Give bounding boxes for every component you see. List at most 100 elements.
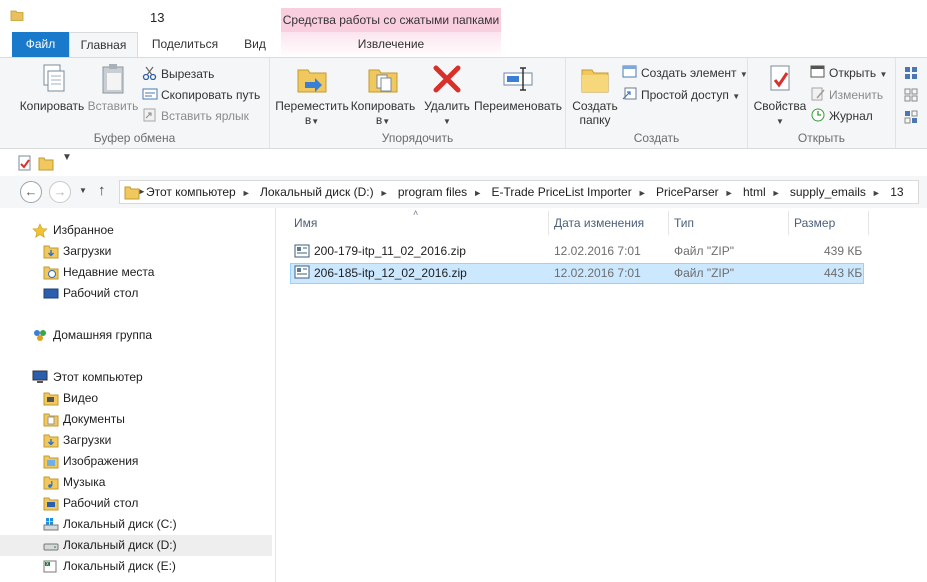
easy-access-button[interactable]: Простой доступ ▼: [622, 85, 740, 105]
address-row: ← → ▼ ↑ ► Этот компьютер ► Локальный диск…: [0, 176, 927, 208]
file-list: ˄ Имя Дата изменения Тип Размер 200-179-…: [276, 208, 927, 582]
shortcut-icon: [142, 108, 158, 122]
chevron-right-icon[interactable]: ►: [380, 188, 389, 198]
organize-group-label: Упорядочить: [381, 131, 454, 145]
spreadsheet-drive-icon: X: [43, 559, 59, 574]
nav-drive-d[interactable]: Локальный диск (D:): [0, 535, 272, 556]
nav-downloads-2[interactable]: Загрузки: [0, 430, 272, 451]
back-arrow-icon: ←: [24, 184, 38, 199]
file-type: Файл "ZIP": [674, 244, 735, 258]
select-all-icon[interactable]: [904, 66, 918, 83]
nav-favorites[interactable]: Избранное: [0, 220, 272, 241]
back-button[interactable]: ←: [20, 181, 42, 203]
chevron-right-icon[interactable]: ►: [473, 188, 482, 198]
new-item-label: Создать элемент: [641, 66, 737, 80]
up-arrow-icon[interactable]: ↑: [98, 182, 106, 199]
nav-label: Рабочий стол: [63, 496, 139, 510]
breadcrumb-item[interactable]: supply_emails: [790, 185, 866, 199]
nav-this-pc[interactable]: Этот компьютер: [0, 367, 272, 388]
table-row[interactable]: 200-179-itp_11_02_2016.zip 12.02.2016 7:…: [290, 242, 864, 263]
tab-view[interactable]: Вид: [232, 32, 278, 57]
copy-button[interactable]: Копировать: [18, 62, 86, 113]
breadcrumb-item[interactable]: program files: [398, 185, 467, 199]
tab-share[interactable]: Поделиться: [140, 32, 230, 57]
nav-label: Локальный диск (C:): [63, 517, 177, 531]
column-divider[interactable]: [868, 211, 869, 235]
table-row[interactable]: 206-185-itp_12_02_2016.zip 12.02.2016 7:…: [290, 263, 864, 284]
address-bar[interactable]: ► Этот компьютер ► Локальный диск (D:) ► p…: [119, 180, 919, 204]
chevron-right-icon[interactable]: ►: [242, 188, 251, 198]
recent-locations-icon[interactable]: ▼: [79, 186, 87, 195]
new-folder-qat-icon[interactable]: [38, 155, 54, 174]
paste-button[interactable]: Вставить: [86, 62, 140, 113]
nav-music[interactable]: Музыка: [0, 472, 272, 493]
column-header-size[interactable]: Размер: [788, 211, 868, 235]
move-to-button[interactable]: Переместить в▼: [274, 62, 350, 127]
breadcrumb-item[interactable]: html: [743, 185, 766, 199]
nav-drive-e[interactable]: X Локальный диск (E:): [0, 556, 272, 577]
open-button[interactable]: Открыть ▼: [810, 63, 887, 83]
chevron-right-icon[interactable]: ►: [638, 188, 647, 198]
move-to-label: Переместить: [275, 99, 349, 113]
breadcrumb-item[interactable]: PriceParser: [656, 185, 719, 199]
svg-text:X: X: [46, 562, 49, 567]
nav-homegroup[interactable]: Домашняя группа: [0, 325, 272, 346]
folder-icon: [10, 8, 24, 25]
copy-path-icon: [142, 87, 158, 101]
paste-shortcut-button[interactable]: Вставить ярлык: [142, 106, 249, 126]
new-folder-button[interactable]: Создать папку: [570, 62, 620, 127]
copy-to-button[interactable]: Копировать в▼: [348, 62, 418, 127]
breadcrumb-item[interactable]: Этот компьютер: [146, 185, 236, 199]
breadcrumb-item[interactable]: 13: [890, 185, 903, 199]
breadcrumb-item[interactable]: Локальный диск (D:): [260, 185, 374, 199]
nav-label: Недавние места: [63, 265, 155, 279]
file-type: Файл "ZIP": [674, 266, 735, 280]
file-date: 12.02.2016 7:01: [554, 244, 641, 258]
new-item-button[interactable]: Создать элемент ▼: [622, 63, 748, 83]
nav-desktop[interactable]: Рабочий стол: [0, 283, 272, 304]
clipboard-icon: [102, 64, 124, 94]
properties-qat-icon[interactable]: [18, 155, 32, 174]
column-header-date[interactable]: Дата изменения: [548, 211, 668, 235]
customize-qat-icon[interactable]: ▼: [62, 152, 72, 163]
history-icon: [810, 108, 826, 122]
copy-path-button[interactable]: Скопировать путь: [142, 85, 260, 105]
nav-documents[interactable]: Документы: [0, 409, 272, 430]
open-label: Открыть: [829, 66, 877, 80]
tab-extract[interactable]: Извлечение: [281, 32, 501, 57]
chevron-right-icon[interactable]: ►: [772, 188, 781, 198]
select-none-icon[interactable]: [904, 88, 918, 105]
desktop-icon: [43, 286, 59, 301]
nav-downloads[interactable]: Загрузки: [0, 241, 272, 262]
cut-button[interactable]: Вырезать: [142, 64, 214, 84]
new-folder-label-2: папку: [579, 113, 611, 127]
easy-access-label: Простой доступ: [641, 88, 729, 102]
paste-shortcut-label: Вставить ярлык: [161, 109, 249, 123]
nav-desktop-2[interactable]: Рабочий стол: [0, 493, 272, 514]
tab-file[interactable]: Файл: [12, 32, 69, 57]
rename-label: Переименовать: [474, 99, 562, 113]
nav-drive-c[interactable]: Локальный диск (C:): [0, 514, 272, 535]
properties-button[interactable]: Свойства ▼: [750, 62, 810, 127]
delete-button[interactable]: Удалить ▼: [420, 62, 474, 127]
edit-button[interactable]: Изменить: [810, 85, 883, 105]
invert-selection-icon[interactable]: [904, 110, 918, 127]
nav-video[interactable]: Видео: [0, 388, 272, 409]
forward-button[interactable]: →: [49, 181, 71, 203]
column-header-name[interactable]: Имя: [288, 211, 548, 235]
zip-file-icon: [294, 265, 310, 285]
history-button[interactable]: Журнал: [810, 106, 873, 126]
history-label: Журнал: [829, 109, 873, 123]
breadcrumb-item[interactable]: E-Trade PriceList Importer: [491, 185, 631, 199]
chevron-right-icon[interactable]: ►: [725, 188, 734, 198]
title-bar: 13 Средства работы со сжатыми папками: [0, 0, 927, 32]
downloads-folder-icon: [43, 244, 59, 259]
nav-label: Документы: [63, 412, 125, 426]
nav-recent[interactable]: Недавние места: [0, 262, 272, 283]
drive-icon: [43, 538, 59, 553]
rename-button[interactable]: Переименовать: [472, 62, 564, 113]
tab-home[interactable]: Главная: [69, 32, 138, 57]
chevron-right-icon[interactable]: ►: [872, 188, 881, 198]
nav-pictures[interactable]: Изображения: [0, 451, 272, 472]
column-header-type[interactable]: Тип: [668, 211, 788, 235]
